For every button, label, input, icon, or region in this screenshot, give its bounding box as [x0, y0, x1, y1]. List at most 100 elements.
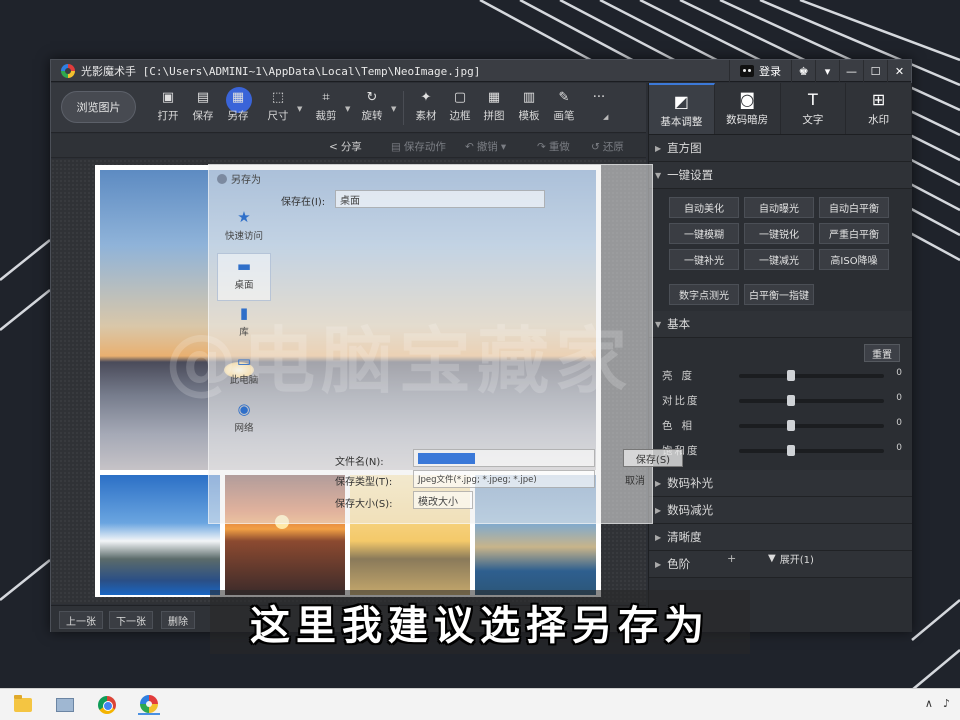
- close-button[interactable]: ✕: [887, 60, 911, 82]
- slider-handle[interactable]: [787, 395, 795, 406]
- saturation-slider[interactable]: 饱和度 0: [659, 443, 904, 457]
- expand-button[interactable]: ▼ 展开(1): [768, 551, 814, 566]
- taskbar-explorer[interactable]: [12, 695, 34, 715]
- material-button[interactable]: ✦ 素材: [411, 91, 441, 123]
- save-button[interactable]: ▤ 保存: [188, 91, 218, 123]
- tab-basic-adjust[interactable]: ◩ 基本调整: [649, 83, 715, 134]
- save-action-label: 保存动作: [403, 141, 446, 153]
- section-basic[interactable]: ▼ 基本: [649, 311, 912, 338]
- section-clarity[interactable]: ▶ 清晰度: [649, 524, 912, 551]
- auto-white-balance-button[interactable]: 自动白平衡: [819, 197, 889, 218]
- place-label: 快速访问: [224, 231, 263, 242]
- resize-dropdown-icon[interactable]: ▼: [297, 105, 302, 113]
- auto-exposure-button[interactable]: 自动曝光: [744, 197, 814, 218]
- share-label: 分享: [340, 141, 362, 153]
- tab-label: 数码暗房: [726, 114, 769, 126]
- hue-slider[interactable]: 色相 0: [659, 418, 904, 432]
- open-button[interactable]: ▣ 打开: [153, 91, 183, 123]
- slider-handle[interactable]: [787, 370, 795, 381]
- redo-icon: ↷: [537, 140, 546, 153]
- save-action-button[interactable]: ▤ 保存动作: [391, 139, 446, 154]
- save-in-value: 桌面: [340, 195, 360, 207]
- tab-darkroom[interactable]: ◙ 数码暗房: [715, 83, 781, 134]
- auto-beautify-button[interactable]: 自动美化: [669, 197, 739, 218]
- save-size-dropdown[interactable]: 模改大小: [413, 491, 473, 509]
- place-label: 桌面: [234, 280, 254, 291]
- file-type-label: 保存类型(T):: [335, 477, 393, 488]
- slider-handle[interactable]: [787, 445, 795, 456]
- volume-icon[interactable]: ♪: [943, 697, 950, 710]
- section-one-click[interactable]: ▼ 一键设置: [649, 162, 912, 189]
- brush-label: 画笔: [553, 110, 575, 122]
- restore-button[interactable]: ↺ 还原: [591, 139, 624, 154]
- app-logo-icon: [61, 63, 75, 78]
- tab-label: 水印: [868, 114, 890, 126]
- folder-icon: [14, 695, 32, 712]
- material-label: 素材: [415, 110, 437, 122]
- taskbar: ∧ ♪: [0, 688, 960, 720]
- contrast-slider[interactable]: 对比度 0: [659, 393, 904, 407]
- place-quick-access[interactable]: ★ 快速访问: [217, 205, 271, 253]
- filename-label: 文件名(N):: [335, 457, 384, 468]
- taskbar-chrome[interactable]: [96, 695, 118, 715]
- undo-icon: ↶: [465, 140, 474, 153]
- tray-chevron-icon[interactable]: ∧: [925, 697, 933, 710]
- undo-button[interactable]: ↶ 撤销 ▾: [465, 139, 506, 154]
- login-label: 登录: [759, 65, 781, 78]
- slider-track[interactable]: [739, 395, 884, 406]
- reset-button[interactable]: 重置: [864, 344, 900, 362]
- rotate-dropdown-icon[interactable]: ▼: [391, 105, 396, 113]
- browse-images-button[interactable]: 浏览图片: [61, 91, 136, 123]
- section-histogram[interactable]: ▶ 直方图: [649, 135, 912, 162]
- more-dropdown-icon[interactable]: ◢: [603, 113, 608, 121]
- menu-button[interactable]: ▾: [815, 60, 839, 82]
- resize-button[interactable]: ⬚ 尺寸: [263, 91, 293, 123]
- redo-button[interactable]: ↷ 重做: [537, 139, 570, 154]
- filename-input[interactable]: [413, 449, 595, 467]
- template-button[interactable]: ▥ 模板: [514, 91, 544, 123]
- login-button[interactable]: 登录: [729, 60, 791, 82]
- skin-icon[interactable]: ♚: [791, 60, 815, 82]
- white-balance-picker-button[interactable]: 白平衡一指键: [744, 284, 814, 305]
- undo-dropdown-icon[interactable]: ▾: [501, 141, 506, 153]
- one-click-fill-light-button[interactable]: 一键补光: [669, 249, 739, 270]
- save-as-button[interactable]: ▦ 另存: [223, 87, 253, 123]
- border-button[interactable]: ▢ 边框: [445, 91, 475, 123]
- one-click-reduce-light-button[interactable]: 一键减光: [744, 249, 814, 270]
- taskbar-photos[interactable]: [54, 695, 76, 715]
- section-fill-light[interactable]: ▶ 数码补光: [649, 470, 912, 497]
- add-icon[interactable]: +: [727, 552, 736, 565]
- spot-metering-button[interactable]: 数字点测光: [669, 284, 739, 305]
- restore-icon: ↺: [591, 140, 600, 153]
- slider-track[interactable]: [739, 445, 884, 456]
- place-desktop[interactable]: ▬ 桌面: [217, 253, 271, 301]
- more-button[interactable]: ···: [584, 91, 614, 108]
- high-iso-denoise-button[interactable]: 高ISO降噪: [819, 249, 889, 270]
- tab-watermark[interactable]: ⊞ 水印: [846, 83, 912, 134]
- crop-dropdown-icon[interactable]: ▼: [345, 105, 350, 113]
- one-click-blur-button[interactable]: 一键模糊: [669, 223, 739, 244]
- maximize-button[interactable]: ☐: [863, 60, 887, 82]
- collage-button[interactable]: ▦ 拼图: [479, 91, 509, 123]
- rotate-button[interactable]: ↻ 旋转: [357, 91, 387, 123]
- slider-track[interactable]: [739, 370, 884, 381]
- section-reduce-light[interactable]: ▶ 数码减光: [649, 497, 912, 524]
- taskbar-app[interactable]: [138, 695, 160, 715]
- prev-image-button[interactable]: 上一张: [59, 611, 103, 629]
- crop-button[interactable]: ⌗ 裁剪: [311, 91, 341, 123]
- next-image-button[interactable]: 下一张: [109, 611, 153, 629]
- strong-white-balance-button[interactable]: 严重白平衡: [819, 223, 889, 244]
- dialog-save-button[interactable]: 保存(S): [623, 449, 683, 467]
- slider-handle[interactable]: [787, 420, 795, 431]
- brightness-slider[interactable]: 亮度 0: [659, 368, 904, 382]
- file-type-dropdown[interactable]: Jpeg文件(*.jpg; *.jpeg; *.jpe): [413, 470, 595, 488]
- save-in-dropdown[interactable]: 桌面: [335, 190, 545, 208]
- one-click-sharpen-button[interactable]: 一键锐化: [744, 223, 814, 244]
- brush-button[interactable]: ✎ 画笔: [549, 91, 579, 123]
- slider-track[interactable]: [739, 420, 884, 431]
- minimize-button[interactable]: —: [839, 60, 863, 82]
- tab-text[interactable]: T 文字: [781, 83, 847, 134]
- dialog-cancel-button[interactable]: 取消: [623, 470, 683, 488]
- delete-button[interactable]: 删除: [161, 611, 195, 629]
- share-button[interactable]: < 分享: [329, 139, 362, 154]
